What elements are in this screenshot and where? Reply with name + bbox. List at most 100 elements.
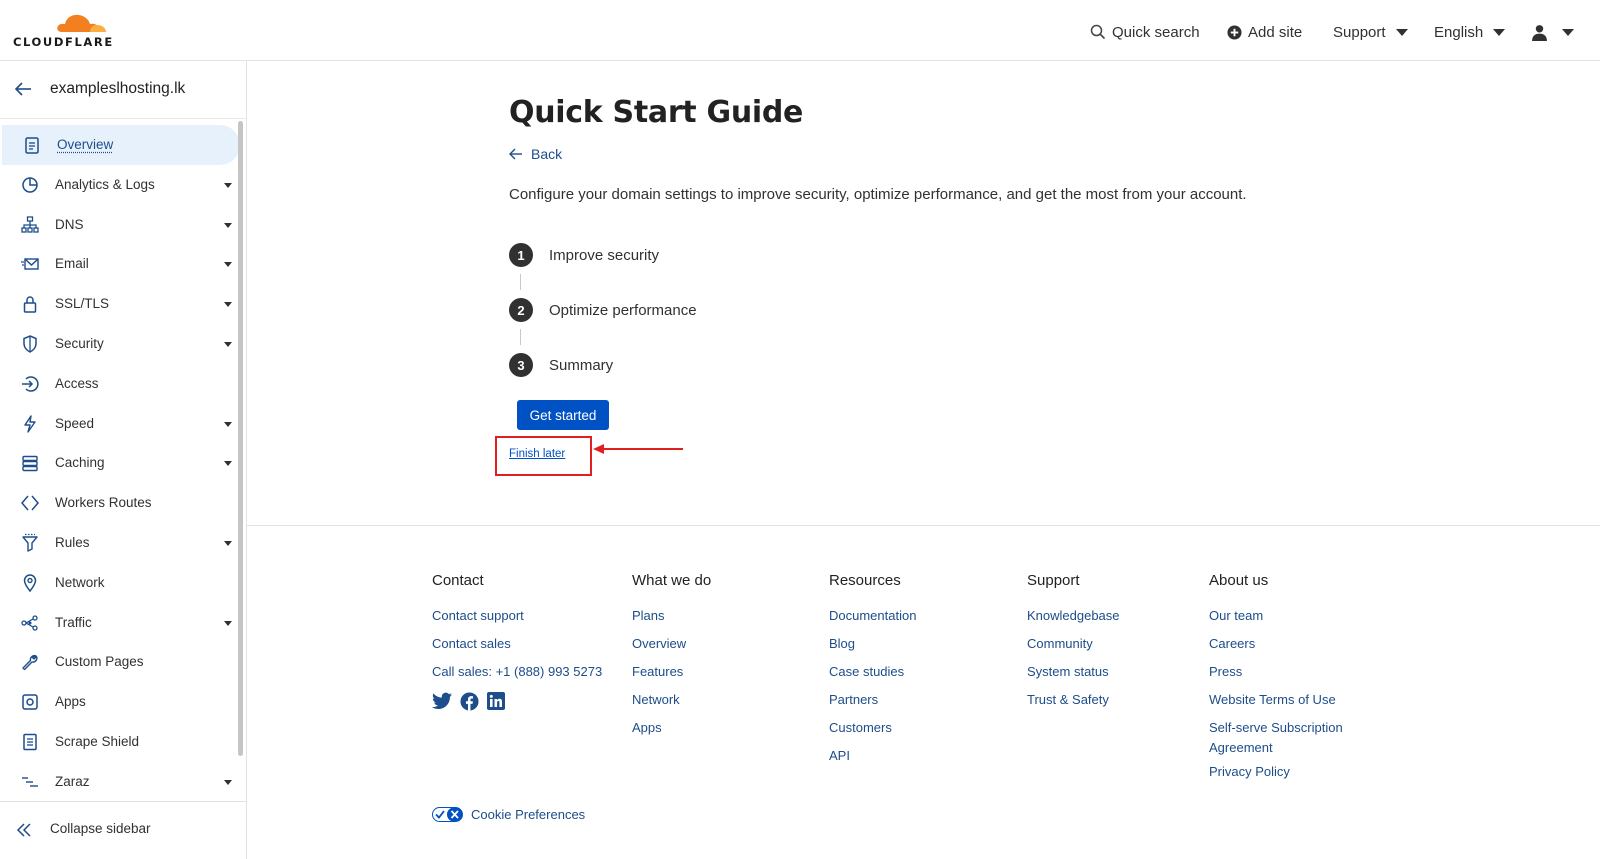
sidebar-item-caching[interactable]: Caching [0, 443, 238, 483]
sidebar-item-security[interactable]: Security [0, 324, 238, 364]
chevron-down-icon[interactable] [224, 541, 232, 546]
chevron-down-icon[interactable] [224, 779, 232, 785]
user-menu[interactable] [1531, 21, 1574, 43]
sidebar-item-zaraz[interactable]: Zaraz [0, 762, 238, 802]
chevron-down-icon[interactable] [224, 620, 232, 626]
footer-link[interactable]: Overview [632, 630, 711, 658]
chevron-down-icon [1395, 28, 1408, 36]
footer-link[interactable]: Features [632, 658, 711, 686]
cookie-preferences-label: Cookie Preferences [471, 807, 586, 822]
footer-column-contact: Contact Contact support Contact sales Ca… [432, 572, 602, 686]
step-connector [520, 274, 521, 290]
footer-link[interactable]: Case studies [829, 658, 916, 686]
footer-link[interactable]: Apps [632, 714, 711, 742]
footer-link[interactable]: Network [632, 686, 711, 714]
back-link[interactable]: Back [509, 146, 562, 162]
site-selector[interactable]: exampleslhosting.lk [0, 61, 246, 119]
finish-later-link[interactable]: Finish later [509, 448, 565, 460]
pie-chart-icon [22, 177, 38, 193]
sidebar-item-label: SSL/TLS [55, 296, 110, 312]
sidebar-item-rules[interactable]: Rules [0, 523, 238, 563]
step-number: 1 [509, 243, 533, 267]
social-links [432, 692, 505, 711]
chevron-down-icon[interactable] [224, 222, 232, 228]
sidebar-item-workers-routes[interactable]: Workers Routes [0, 483, 238, 523]
user-icon [1532, 24, 1547, 41]
footer-link[interactable]: Contact support [432, 602, 602, 630]
chevron-down-icon[interactable] [224, 302, 232, 308]
footer-heading: Support [1027, 572, 1080, 589]
sidebar-item-traffic[interactable]: Traffic [0, 603, 238, 643]
footer-link[interactable]: Partners [829, 686, 916, 714]
sidebar-item-overview[interactable]: Overview [2, 125, 240, 165]
chevron-down-icon[interactable] [224, 342, 232, 347]
twitter-icon[interactable] [432, 692, 452, 710]
chevron-down-icon[interactable] [224, 461, 232, 467]
sidebar-item-ssl-tls[interactable]: SSL/TLS [0, 284, 238, 324]
sidebar-item-label: Analytics & Logs [55, 176, 155, 192]
cookie-preferences-button[interactable]: Cookie Preferences [432, 807, 585, 822]
footer-link[interactable]: Plans [632, 602, 711, 630]
sidebar-item-apps[interactable]: Apps [0, 682, 238, 722]
double-chevron-left-icon [16, 823, 31, 837]
footer-link[interactable]: Our team [1209, 602, 1379, 630]
footer-link[interactable]: Blog [829, 630, 916, 658]
footer-link[interactable]: Press [1209, 658, 1379, 686]
sidebar-item-label: DNS [55, 216, 84, 232]
footer-heading: About us [1209, 572, 1269, 589]
cloudflare-logo[interactable]: CLOUDFLARE [12, 10, 132, 50]
sidebar-item-email[interactable]: Email [0, 244, 238, 284]
sidebar-item-speed[interactable]: Speed [0, 404, 238, 444]
red-arrow-annotation [593, 444, 683, 454]
sidebar-item-dns[interactable]: DNS [0, 205, 238, 245]
footer-link[interactable]: API [829, 742, 916, 770]
step-1: 1 Improve security [509, 243, 659, 267]
footer-link[interactable]: Community [1027, 630, 1120, 658]
sidebar-item-analytics-logs[interactable]: Analytics & Logs [0, 165, 238, 205]
sidebar-item-custom-pages[interactable]: Custom Pages [0, 642, 238, 682]
chevron-down-icon[interactable] [224, 262, 232, 268]
shield-icon [23, 335, 37, 353]
footer-heading: Contact [432, 572, 484, 589]
sidebar-item-label: Workers Routes [55, 495, 152, 511]
footer-link[interactable]: Knowledgebase [1027, 602, 1120, 630]
footer-link[interactable]: Call sales: +1 (888) 993 5273 [432, 658, 602, 686]
sidebar: exampleslhosting.lk Overview Analytics & … [0, 61, 247, 859]
sidebar-item-label: Network [55, 574, 105, 590]
support-dropdown[interactable]: Support [1333, 21, 1408, 43]
site-name: exampleslhosting.lk [50, 80, 186, 97]
network-tree-icon [21, 215, 39, 233]
footer-link[interactable]: Website Terms of Use [1209, 686, 1379, 714]
footer-link[interactable]: System status [1027, 658, 1120, 686]
language-label: English [1434, 23, 1484, 41]
footer-link[interactable]: Self-serve Subscription Agreement [1209, 718, 1379, 758]
add-site-button[interactable]: Add site [1227, 21, 1302, 43]
sidebar-scrollbar[interactable] [238, 121, 243, 756]
footer-link[interactable]: Privacy Policy [1209, 758, 1379, 786]
collapse-sidebar-button[interactable]: Collapse sidebar [0, 801, 246, 859]
chevron-down-icon[interactable] [224, 421, 232, 427]
footer-link[interactable]: Trust & Safety [1027, 686, 1120, 714]
document-icon [23, 733, 37, 751]
sidebar-item-access[interactable]: Access [0, 364, 238, 404]
add-site-label: Add site [1248, 23, 1303, 41]
footer-link[interactable]: Customers [829, 714, 916, 742]
arrow-left-icon[interactable] [14, 80, 32, 98]
sidebar-item-scrape-shield[interactable]: Scrape Shield [0, 722, 238, 762]
footer-column-resources: Resources Documentation Blog Case studie… [829, 572, 916, 770]
get-started-button[interactable]: Get started [517, 400, 609, 430]
lock-icon [23, 296, 37, 313]
sidebar-item-label: Access [55, 375, 99, 391]
logo-wordmark: CLOUDFLARE [13, 35, 114, 49]
quick-search-button[interactable]: Quick search [1090, 21, 1200, 43]
arrow-left-icon [509, 148, 522, 160]
language-dropdown[interactable]: English [1434, 21, 1506, 43]
footer-link[interactable]: Contact sales [432, 630, 602, 658]
facebook-icon[interactable] [460, 692, 479, 711]
top-header: CLOUDFLARE Quick search Add site Support… [0, 0, 1600, 61]
linkedin-icon[interactable] [487, 692, 505, 710]
chevron-down-icon[interactable] [224, 182, 232, 188]
footer-link[interactable]: Documentation [829, 602, 916, 630]
sidebar-item-network[interactable]: Network [0, 563, 238, 603]
footer-link[interactable]: Careers [1209, 630, 1379, 658]
